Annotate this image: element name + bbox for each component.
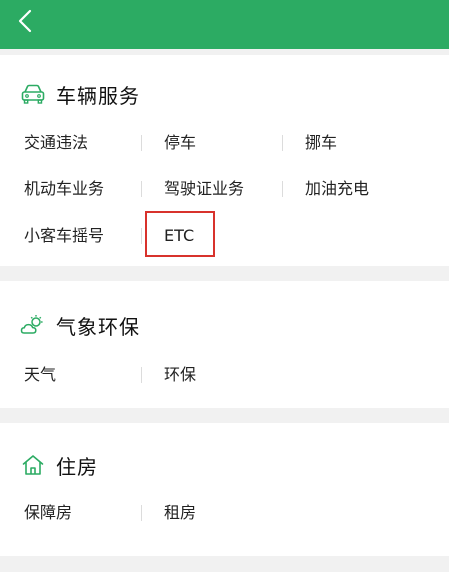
item-environment[interactable]: 环保 [164,363,196,387]
section-header-weather: 气象环保 [20,310,140,340]
sun-cloud-icon [20,312,46,338]
item-traffic-violation[interactable]: 交通违法 [24,131,88,155]
divider [141,228,142,244]
divider [141,505,142,521]
section-title: 住房 [56,454,98,479]
item-affordable-housing[interactable]: 保障房 [24,501,72,525]
house-icon [20,452,46,478]
item-parking[interactable]: 停车 [164,131,196,155]
item-vehicle-business[interactable]: 机动车业务 [24,177,104,201]
item-move-car[interactable]: 挪车 [305,131,337,155]
divider [282,135,283,151]
item-weather[interactable]: 天气 [24,363,56,387]
item-car-lottery[interactable]: 小客车摇号 [24,224,104,248]
item-rental[interactable]: 租房 [164,501,196,525]
item-license-business[interactable]: 驾驶证业务 [164,177,244,201]
section-title: 车辆服务 [56,83,140,108]
section-header-vehicle: 车辆服务 [20,79,140,109]
chevron-left-icon [18,9,32,33]
top-bar [0,0,449,49]
car-icon [20,81,46,107]
divider [141,135,142,151]
divider [282,181,283,197]
section-header-housing: 住房 [20,450,98,480]
section-title: 气象环保 [56,314,140,339]
back-button[interactable] [10,6,40,36]
housing-card: 住房 保障房 租房 [0,423,449,556]
divider [141,367,142,383]
item-etc[interactable]: ETC [164,224,194,248]
weather-environment-card: 气象环保 天气 环保 [0,281,449,408]
divider [141,181,142,197]
item-fuel-charging[interactable]: 加油充电 [305,177,369,201]
vehicle-services-card: 车辆服务 交通违法 停车 挪车 机动车业务 驾驶证业务 加油充电 小客车摇号 E… [0,55,449,266]
